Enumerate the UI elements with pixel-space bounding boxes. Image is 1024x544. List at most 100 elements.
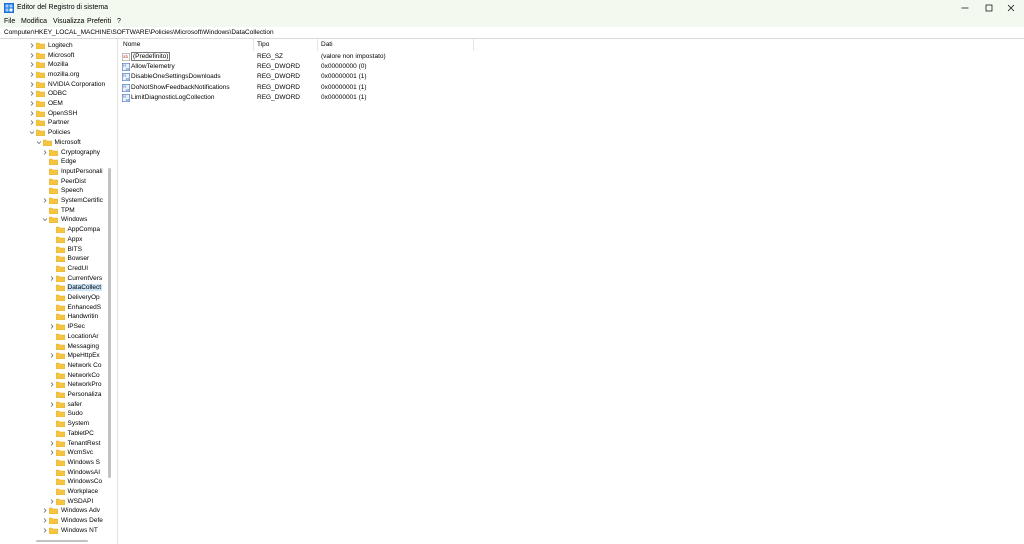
tree-item[interactable]: ODBC xyxy=(29,89,68,99)
key-tree-pane[interactable]: Logitech Microsoft Mozilla mozilla.org NVIDI… xyxy=(0,39,115,544)
tree-item[interactable]: InputPersonali xyxy=(42,167,104,177)
column-header-data[interactable]: Dati xyxy=(321,41,333,48)
tree-item[interactable]: Network Co xyxy=(49,361,103,371)
tree-item[interactable]: Bowser xyxy=(49,254,91,264)
value-name[interactable]: LimitDiagnosticLogCollection xyxy=(131,94,214,101)
value-row[interactable]: 01 10 LimitDiagnosticLogCollection REG_DWOR… xyxy=(118,93,1024,103)
tree-item[interactable]: NetworkCo xyxy=(49,370,101,380)
tree-item[interactable]: Appx xyxy=(49,235,84,245)
tree-item[interactable]: WindowsAI xyxy=(49,467,102,477)
chevron-right-icon[interactable] xyxy=(42,516,48,525)
chevron-right-icon[interactable] xyxy=(49,400,55,409)
tree-item[interactable]: NetworkPro xyxy=(49,380,103,390)
menu-file[interactable]: File xyxy=(4,18,15,25)
tree-horizontal-scrollbar-thumb[interactable] xyxy=(36,540,88,542)
title-bar[interactable]: Editor del Registro di sistema xyxy=(0,0,1024,16)
column-divider[interactable] xyxy=(317,39,318,51)
tree-item[interactable]: AppCompa xyxy=(49,225,102,235)
tree-item[interactable]: WSDAPI xyxy=(49,496,95,506)
tree-item[interactable]: IPSec xyxy=(49,322,86,332)
tree-item[interactable]: EnhancedS xyxy=(49,302,103,312)
tree-item[interactable]: TPM xyxy=(42,205,76,215)
value-row[interactable]: 01 10 DoNotShowFeedbackNotifications REG_DW… xyxy=(118,83,1024,93)
tree-item[interactable]: TenantRest xyxy=(49,438,102,448)
value-row[interactable]: 01 10 AllowTelemetry REG_DWORD 0x00000000 (0… xyxy=(118,62,1024,72)
tree-item[interactable]: Windows NT xyxy=(42,526,99,536)
chevron-down-icon[interactable] xyxy=(42,215,48,224)
column-divider[interactable] xyxy=(253,39,254,51)
tree-item[interactable]: OEM xyxy=(29,99,64,109)
chevron-down-icon[interactable] xyxy=(29,128,35,137)
tree-item[interactable]: Windows xyxy=(42,215,88,225)
chevron-right-icon[interactable] xyxy=(29,99,35,108)
tree-item[interactable]: DataCollect xyxy=(49,283,103,293)
tree-item[interactable]: Handwritin xyxy=(49,312,100,322)
chevron-right-icon[interactable] xyxy=(29,89,35,98)
value-row[interactable]: ab (Predefinito) REG_SZ (valore non imposta… xyxy=(118,52,1024,62)
tree-item[interactable]: Windows Defe xyxy=(42,516,104,526)
close-button[interactable] xyxy=(998,0,1024,16)
tree-item[interactable]: Speech xyxy=(42,186,84,196)
chevron-right-icon[interactable] xyxy=(29,80,35,89)
tree-item[interactable]: Microsoft xyxy=(36,138,82,148)
tree-item[interactable]: Partner xyxy=(29,118,70,128)
address-path[interactable]: Computer\HKEY_LOCAL_MACHINE\SOFTWARE\Pol… xyxy=(4,29,274,36)
value-name[interactable]: (Predefinito) xyxy=(131,52,171,61)
chevron-right-icon[interactable] xyxy=(49,439,55,448)
chevron-right-icon[interactable] xyxy=(29,70,35,79)
column-divider[interactable] xyxy=(473,39,474,51)
values-list-pane[interactable]: Nome Tipo Dati ab (Predefinito) REG_SZ (val… xyxy=(118,39,1024,544)
tree-item[interactable]: System xyxy=(49,419,91,429)
chevron-right-icon[interactable] xyxy=(29,51,35,60)
chevron-right-icon[interactable] xyxy=(42,148,48,157)
chevron-right-icon[interactable] xyxy=(49,274,55,283)
chevron-right-icon[interactable] xyxy=(29,60,35,69)
tree-item[interactable]: WindowsCo xyxy=(49,477,104,487)
tree-item[interactable]: Windows Adv xyxy=(42,506,101,516)
tree-scrollbar-thumb[interactable] xyxy=(108,168,111,478)
menu-preferiti[interactable]: Preferiti xyxy=(87,18,111,25)
tree-item[interactable]: Cryptography xyxy=(42,147,101,157)
tree-item[interactable]: Microsoft xyxy=(29,50,75,60)
tree-item[interactable]: Personaliza xyxy=(49,390,103,400)
chevron-right-icon[interactable] xyxy=(49,380,55,389)
tree-item[interactable]: CurrentVers xyxy=(49,273,104,283)
chevron-right-icon[interactable] xyxy=(29,41,35,50)
value-row[interactable]: 01 10 DisableOneSettingsDownloads REG_DWORD… xyxy=(118,72,1024,82)
value-name[interactable]: AllowTelemetry xyxy=(131,63,175,70)
tree-item[interactable]: Workplace xyxy=(49,487,100,497)
tree-item[interactable]: mozilla.org xyxy=(29,70,80,80)
tree-item[interactable]: MpeHttpEx xyxy=(49,351,101,361)
column-header-name[interactable]: Nome xyxy=(123,41,140,48)
chevron-right-icon[interactable] xyxy=(42,506,48,515)
value-name[interactable]: DoNotShowFeedbackNotifications xyxy=(131,84,230,91)
tree-item[interactable]: Messaging xyxy=(49,341,100,351)
tree-item[interactable]: CredUI xyxy=(49,264,90,274)
tree-item[interactable]: TabletPC xyxy=(49,429,95,439)
value-name[interactable]: DisableOneSettingsDownloads xyxy=(131,73,221,80)
tree-item[interactable]: WcmSvc xyxy=(49,448,95,458)
tree-item[interactable]: OpenSSH xyxy=(29,108,78,118)
tree-item[interactable]: LocationAr xyxy=(49,332,100,342)
tree-item[interactable]: Policies xyxy=(29,128,71,138)
address-bar[interactable]: Computer\HKEY_LOCAL_MACHINE\SOFTWARE\Pol… xyxy=(0,27,1024,39)
tree-item[interactable]: Mozilla xyxy=(29,60,69,70)
chevron-down-icon[interactable] xyxy=(36,138,42,147)
chevron-right-icon[interactable] xyxy=(29,109,35,118)
chevron-right-icon[interactable] xyxy=(42,526,48,535)
tree-item[interactable]: SystemCertific xyxy=(42,196,104,206)
chevron-right-icon[interactable] xyxy=(29,118,35,127)
minimize-button[interactable] xyxy=(952,0,978,16)
tree-item[interactable]: NVIDIA Corporation xyxy=(29,79,106,89)
chevron-right-icon[interactable] xyxy=(49,322,55,331)
tree-item[interactable]: Logitech xyxy=(29,41,74,51)
tree-item[interactable]: Sudo xyxy=(49,409,84,419)
menu-modifica[interactable]: Modifica xyxy=(21,18,47,25)
chevron-right-icon[interactable] xyxy=(49,448,55,457)
column-header-type[interactable]: Tipo xyxy=(257,41,269,48)
menu-help[interactable]: ? xyxy=(117,18,121,25)
tree-item[interactable]: BITS xyxy=(49,244,83,254)
tree-item[interactable]: Edge xyxy=(42,157,77,167)
chevron-right-icon[interactable] xyxy=(49,497,55,506)
menu-visualizza[interactable]: Visualizza xyxy=(53,18,84,25)
